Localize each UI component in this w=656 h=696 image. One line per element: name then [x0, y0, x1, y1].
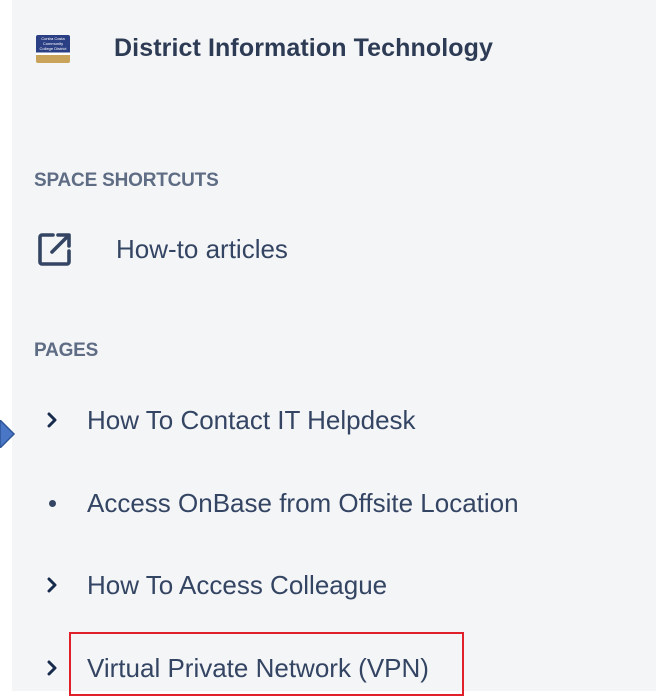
chevron-right-icon[interactable] — [42, 658, 62, 678]
chevron-right-icon[interactable] — [42, 410, 62, 430]
space-header[interactable]: Contra Costa Community College District … — [36, 34, 493, 63]
space-title[interactable]: District Information Technology — [114, 34, 493, 63]
pointer-arrow-icon — [0, 418, 16, 453]
page-item-label: How To Access Colleague — [87, 569, 388, 600]
shortcut-how-to-articles[interactable]: How-to articles — [34, 228, 288, 270]
pages-heading: PAGES — [34, 340, 99, 361]
page-item-label: Access OnBase from Offsite Location — [87, 487, 519, 518]
vpn-highlight-box — [69, 632, 464, 696]
page-item-access-colleague[interactable]: How To Access Colleague — [42, 563, 387, 607]
bullet-icon — [42, 493, 62, 513]
page-item-contact-it-helpdesk[interactable]: How To Contact IT Helpdesk — [42, 398, 416, 442]
external-link-icon — [34, 228, 76, 270]
page-item-access-onbase[interactable]: Access OnBase from Offsite Location — [42, 481, 519, 525]
page-item-label: How To Contact IT Helpdesk — [87, 404, 416, 435]
chevron-right-icon[interactable] — [42, 575, 62, 595]
shortcut-label: How-to articles — [116, 233, 288, 264]
sidebar: Contra Costa Community College District … — [12, 0, 656, 691]
space-shortcuts-heading: SPACE SHORTCUTS — [34, 170, 219, 191]
space-logo[interactable]: Contra Costa Community College District — [36, 34, 70, 63]
space-logo-text: Contra Costa Community College District — [39, 35, 67, 51]
